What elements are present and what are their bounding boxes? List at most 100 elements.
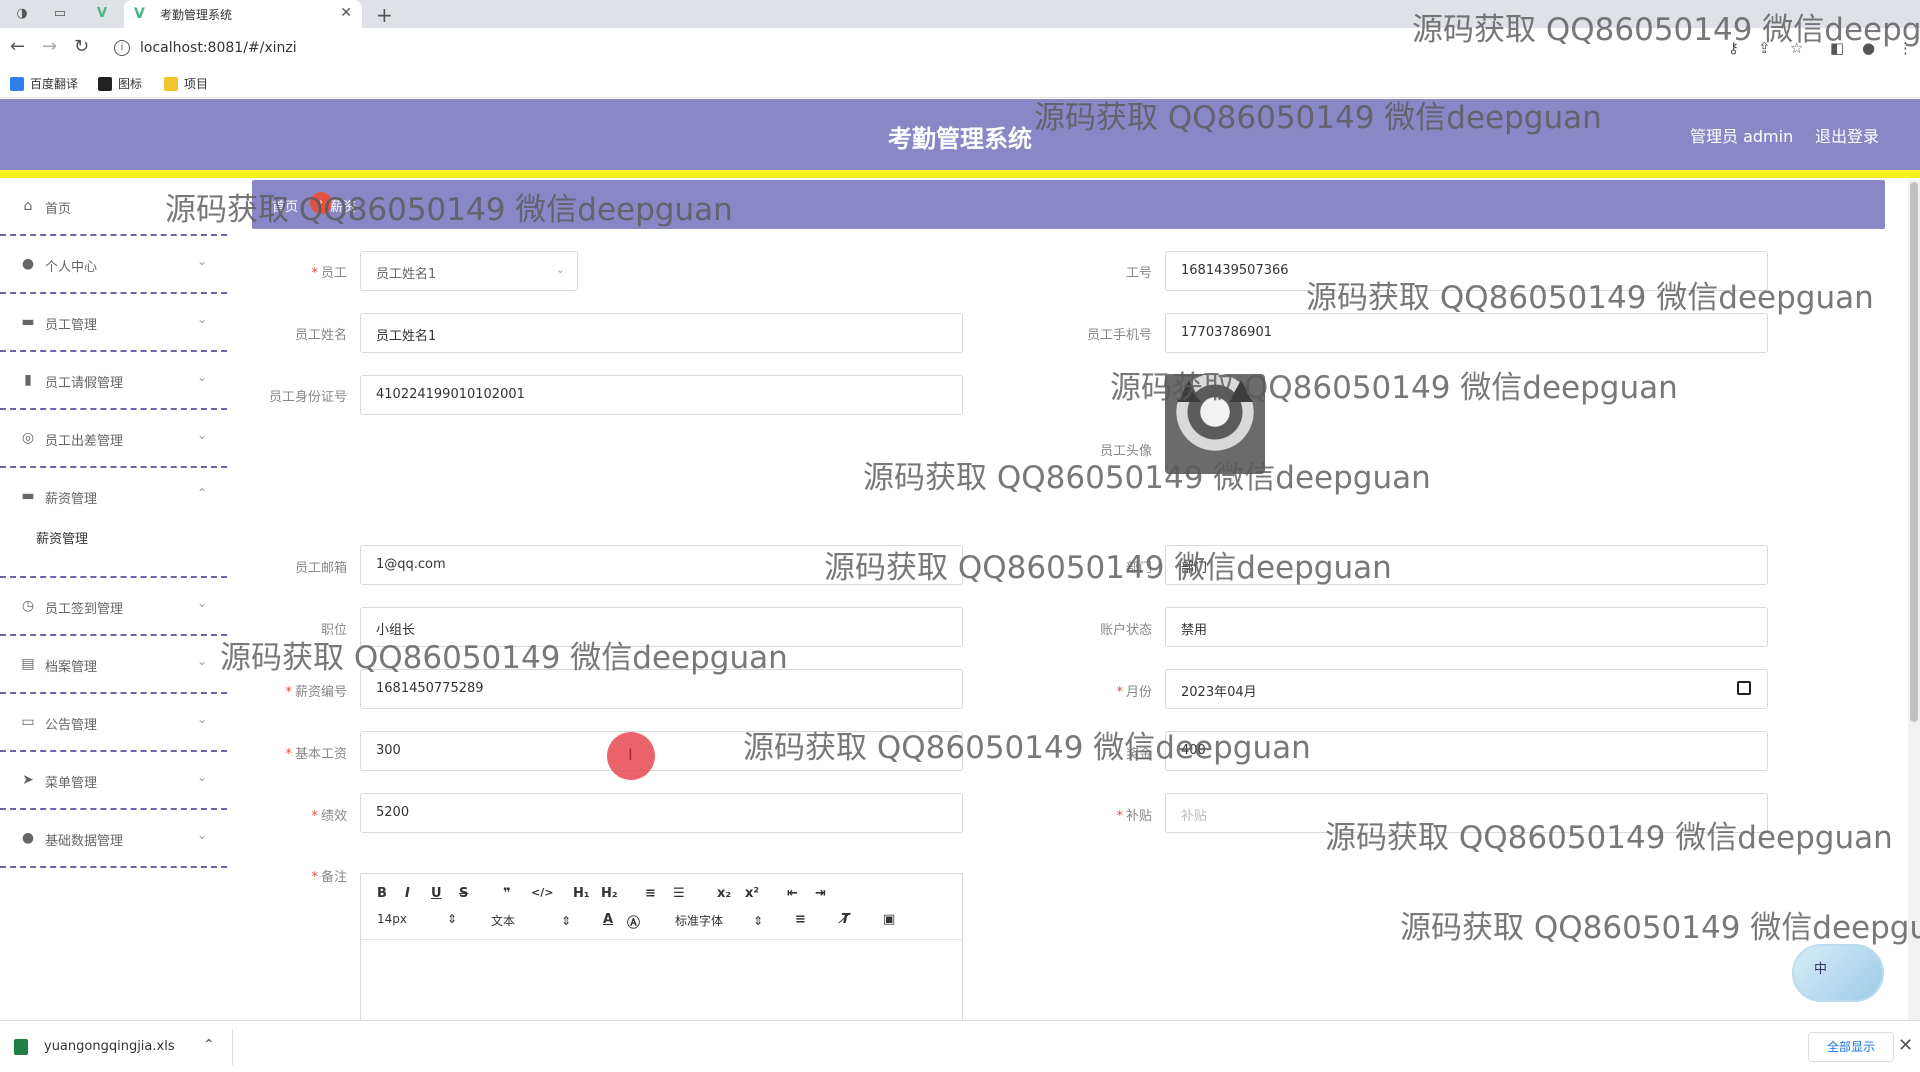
font-color-icon[interactable]: A [603,912,613,927]
salary-no-value: 1681450775289 [376,681,484,696]
browser-tab-active[interactable]: V 考勤管理系统 ✕ [124,0,362,28]
side-panel-icon[interactable]: ◧ [1830,39,1844,57]
remark-editor[interactable]: B I U S ❞ </> H₁ H₂ ≡ ☰ x₂ x² ⇤ ⇥ 14px ⇕ … [360,873,963,1023]
font-size-select[interactable]: 14px ⇕ [377,912,457,926]
employee-name-value: 员工姓名1 [376,329,437,344]
sidebar-item-home[interactable]: ⌂ 首页 [0,178,227,236]
url-field[interactable]: i localhost:8081/#/xinzi [104,33,1704,63]
block-type-select[interactable]: 文本 ⇕ [491,912,571,929]
sidebar-item-label: 首页 [45,202,72,217]
chevron-down-icon: ⌄ [196,370,207,384]
email-label: 员工邮箱 [294,561,347,576]
department-field[interactable]: 部门 [1165,545,1768,585]
month-picker[interactable]: 2023年04月 [1165,669,1768,709]
browser-tab-strip: ◑ ▭ V V 考勤管理系统 ✕ + [0,0,1920,28]
align-icon[interactable]: ≡ [795,912,806,927]
employee-name-field[interactable]: 员工姓名1 [360,313,963,353]
position-field[interactable]: 小组长 [360,607,963,647]
sidebar-item-leave[interactable]: ▮ 员工请假管理 ⌄ [0,352,227,410]
sidebar-item-menu[interactable]: ➤ 菜单管理 ⌄ [0,752,227,810]
code-icon[interactable]: </> [531,886,553,899]
bonus-field[interactable]: 400 [1165,731,1768,771]
underline-icon[interactable]: U [431,886,442,901]
reload-icon[interactable]: ↻ [74,37,89,57]
sidebar-item-label: 基础数据管理 [45,834,124,849]
ime-widget[interactable]: 中 [1792,944,1884,1002]
account-status-field[interactable]: 禁用 [1165,607,1768,647]
click-indicator: I [607,732,655,780]
ordered-list-icon[interactable]: ≡ [645,886,656,901]
breadcrumb-home[interactable]: 首页 [272,196,298,215]
outdent-icon[interactable]: ⇤ [787,886,798,901]
h2-icon[interactable]: H₂ [601,886,618,901]
account-icon[interactable]: ● [1862,39,1875,57]
superscript-icon[interactable]: x² [745,886,759,901]
bookmarks-bar: 百度翻译 图标 项目 [0,68,1920,98]
tab-close-icon[interactable]: ✕ [340,5,352,21]
sidebar-item-trip[interactable]: ◎ 员工出差管理 ⌄ [0,410,227,468]
profile-icon[interactable]: ◑ [14,6,30,22]
base-salary-field[interactable]: 300 [360,731,963,771]
sidebar-item-basedata[interactable]: ● 基础数据管理 ⌄ [0,810,227,868]
vue-favicon-icon: V [134,6,145,22]
scrollbar-thumb[interactable] [1910,182,1918,722]
id-number-field[interactable]: 410224199010102001 [360,375,963,415]
month-value: 2023年04月 [1181,685,1257,700]
bookmark-item[interactable]: 百度翻译 [10,75,78,92]
email-field[interactable]: 1@qq.com [360,545,963,585]
image-icon[interactable]: ▣ [883,912,895,927]
sidebar-item-notice[interactable]: ▭ 公告管理 ⌄ [0,694,227,752]
sidebar-item-label: 个人中心 [45,260,98,275]
new-tab-button[interactable]: + [376,3,393,27]
key-icon[interactable]: ⚷ [1728,39,1739,57]
download-file-name[interactable]: yuangongqingjia.xls [44,1039,175,1054]
employee-label: * 员工 [311,266,347,281]
pinned-tab-icon[interactable]: V [94,6,110,22]
phone-value: 17703786901 [1181,325,1272,340]
bold-icon[interactable]: B [377,886,387,901]
font-family-select[interactable]: 标准字体 ⇕ [675,912,763,929]
bookmark-item[interactable]: 项目 [164,75,208,92]
menu-dots-icon[interactable]: ⋮ [1898,39,1913,57]
chevron-up-icon: ⌃ [196,486,207,500]
back-icon[interactable]: ← [10,37,25,57]
bonus-label: 奖金 [1125,747,1152,762]
share-icon[interactable]: ⇪ [1758,39,1771,57]
forward-icon[interactable]: → [42,37,57,57]
sidebar-item-checkin[interactable]: ◷ 员工签到管理 ⌄ [0,578,227,636]
show-all-downloads-button[interactable]: 全部显示 [1808,1032,1894,1062]
tab-search-icon[interactable]: ▭ [52,6,68,22]
logout-link[interactable]: 退出登录 [1815,123,1879,147]
sidebar-item-profile[interactable]: ● 个人中心 ⌄ [0,236,227,294]
sidebar-item-salary[interactable]: ▬ 薪资管理 ⌃ [0,468,227,578]
subsidy-field[interactable]: 补贴 [1165,793,1768,833]
indent-icon[interactable]: ⇥ [815,886,826,901]
employee-avatar [1165,374,1265,474]
site-info-icon[interactable]: i [114,40,130,56]
subscript-icon[interactable]: x₂ [717,886,731,901]
bookmark-star-icon[interactable]: ☆ [1790,39,1803,57]
divider [232,1029,233,1065]
chevron-down-icon: ⌄ [555,263,565,276]
chevron-up-icon[interactable]: ⌃ [203,1037,215,1053]
salary-no-field[interactable]: 1681450775289 [360,669,963,709]
performance-field[interactable]: 5200 [360,793,963,833]
close-icon[interactable]: ✕ [1898,1035,1913,1056]
background-color-icon[interactable]: Ⓐ [627,912,640,931]
quote-icon[interactable]: ❞ [503,886,511,901]
h1-icon[interactable]: H₁ [573,886,590,901]
strike-icon[interactable]: S [459,886,468,901]
sidebar-item-employees[interactable]: ▬ 员工管理 ⌄ [0,294,227,352]
clear-format-icon[interactable]: T̸ [841,912,850,927]
page-scrollbar[interactable] [1908,180,1920,1020]
sidebar-item-archive[interactable]: ▤ 档案管理 ⌄ [0,636,227,694]
chevron-down-icon: ⌄ [196,770,207,784]
calendar-icon[interactable] [1737,681,1751,695]
job-no-field[interactable]: 1681439507366 [1165,251,1768,291]
bullet-list-icon[interactable]: ☰ [673,886,685,901]
phone-field[interactable]: 17703786901 [1165,313,1768,353]
bookmark-item[interactable]: 图标 [98,75,142,92]
italic-icon[interactable]: I [405,886,410,901]
sidebar-subitem-salary[interactable]: 薪资管理 [36,528,88,547]
employee-select[interactable]: 员工姓名1 ⌄ [360,251,578,291]
